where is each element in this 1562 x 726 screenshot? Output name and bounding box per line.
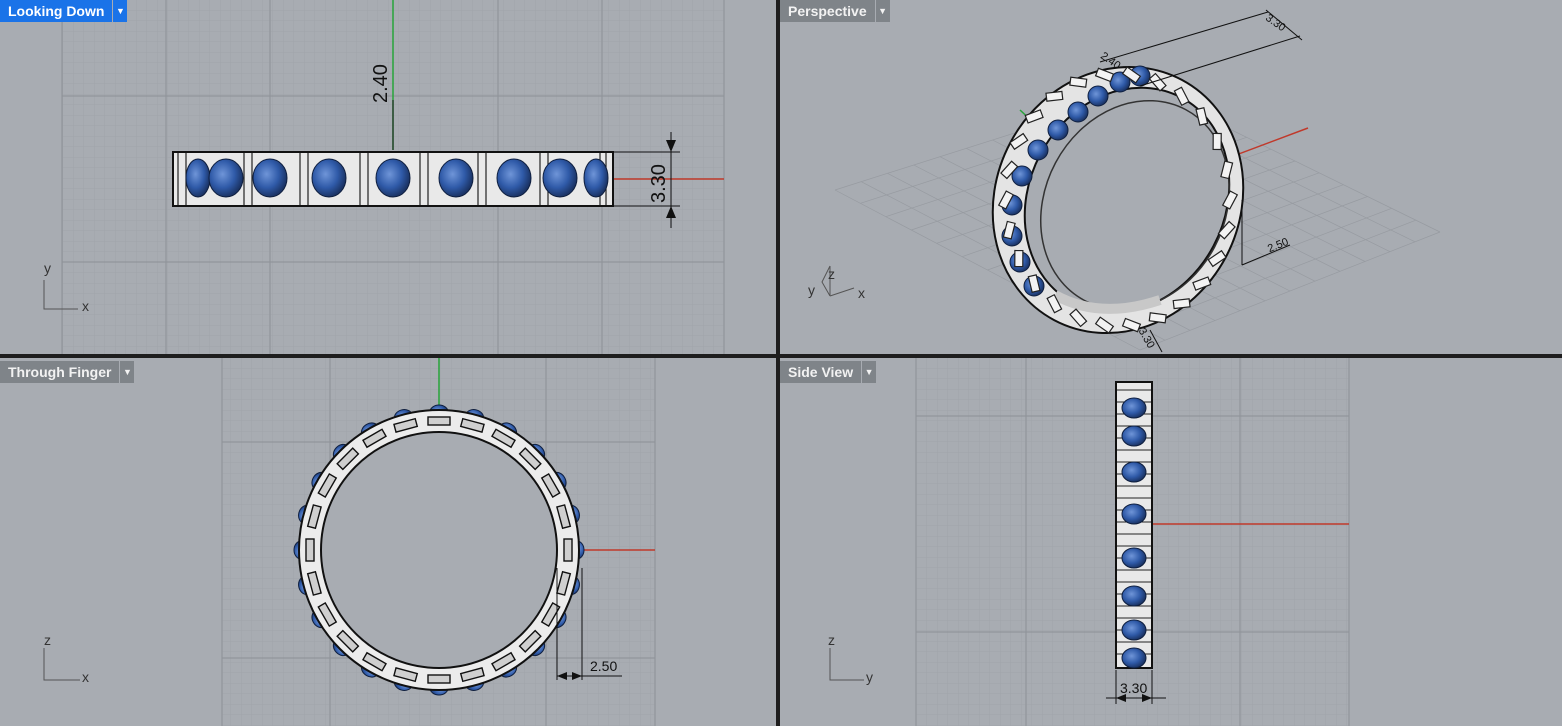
band-slot — [1014, 249, 1024, 268]
band-slot — [427, 674, 451, 684]
viewport-side-view[interactable]: Side View ▼ 3.30 z y — [780, 358, 1562, 726]
chevron-down-icon[interactable]: ▼ — [113, 0, 128, 22]
side-view-scene — [829, 358, 1350, 726]
viewport-tab-perspective[interactable]: Perspective ▼ — [780, 0, 890, 22]
band-slot — [1045, 90, 1064, 102]
band-slot — [427, 416, 451, 426]
axis-label-z: z — [828, 632, 835, 648]
chevron-down-icon[interactable]: ▼ — [862, 361, 877, 383]
axis-label-z: z — [44, 632, 51, 648]
axis-label-x: x — [82, 669, 89, 685]
gemstone — [583, 158, 609, 198]
viewport-title: Perspective — [780, 0, 875, 22]
dimension-label-width: 2.40 — [370, 64, 392, 103]
band-slot — [563, 538, 573, 562]
band-slot — [305, 538, 315, 562]
axis-label-x: x — [82, 298, 89, 314]
gemstone — [496, 158, 532, 198]
axis-label-y: y — [866, 669, 873, 685]
band-slot — [1172, 298, 1191, 310]
gemstone — [1067, 101, 1089, 123]
viewport-perspective[interactable]: Perspective ▼ 3.30 2.40 2.50 3.30 z y x — [780, 0, 1562, 354]
gemstone — [1121, 425, 1147, 447]
band-slot — [1148, 312, 1167, 324]
gemstone — [1121, 461, 1147, 483]
axis-label-y: y — [808, 282, 815, 298]
gemstone — [1027, 139, 1049, 161]
gemstone — [1121, 647, 1147, 669]
chevron-down-icon[interactable]: ▼ — [120, 361, 135, 383]
viewport-tab-looking-down[interactable]: Looking Down ▼ — [0, 0, 128, 22]
through-finger-scene — [43, 358, 656, 726]
viewport-looking-down[interactable]: Looking Down ▼ 2.40 3.30 y x — [0, 0, 776, 354]
gemstone — [1121, 503, 1147, 525]
viewport-tab-through-finger[interactable]: Through Finger ▼ — [0, 361, 135, 383]
gemstone — [208, 158, 244, 198]
viewport-title: Through Finger — [0, 361, 120, 383]
gemstone — [311, 158, 347, 198]
gemstone — [438, 158, 474, 198]
dimension-label-thickness: 2.50 — [590, 658, 618, 674]
gemstone — [1121, 397, 1147, 419]
gemstone — [375, 158, 411, 198]
gemstone — [1121, 585, 1147, 607]
perspective-scene — [821, 9, 1441, 353]
gemstone — [1047, 119, 1069, 141]
axis-label-z: z — [828, 266, 835, 282]
viewport-title: Side View — [780, 361, 862, 383]
gemstone — [1121, 619, 1147, 641]
axis-label-y: y — [44, 260, 51, 276]
viewport-tab-side-view[interactable]: Side View ▼ — [780, 361, 877, 383]
gemstone — [542, 158, 578, 198]
viewport-title: Looking Down — [0, 0, 113, 22]
gemstone — [1087, 85, 1109, 107]
gemstone — [252, 158, 288, 198]
dimension-label-width: 3.30 — [1120, 680, 1148, 696]
gemstone — [1121, 547, 1147, 569]
band-slot — [1069, 76, 1088, 88]
dimension-label-height: 3.30 — [648, 164, 670, 203]
gemstone — [185, 158, 211, 198]
axis-label-x: x — [858, 285, 865, 301]
viewport-through-finger[interactable]: Through Finger ▼ 2.50 z x — [0, 358, 776, 726]
chevron-down-icon[interactable]: ▼ — [875, 0, 890, 22]
band-slot — [1212, 132, 1222, 151]
